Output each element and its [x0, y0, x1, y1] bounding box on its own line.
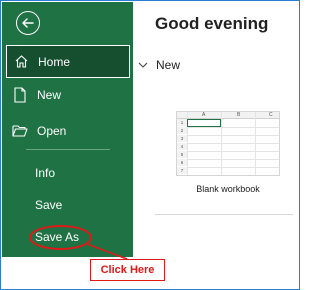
- backstage-window: Home New Open Info Save Save As Good eve…: [0, 0, 300, 290]
- click-here-callout: Click Here: [90, 259, 165, 281]
- callout-pointer: [86, 243, 128, 260]
